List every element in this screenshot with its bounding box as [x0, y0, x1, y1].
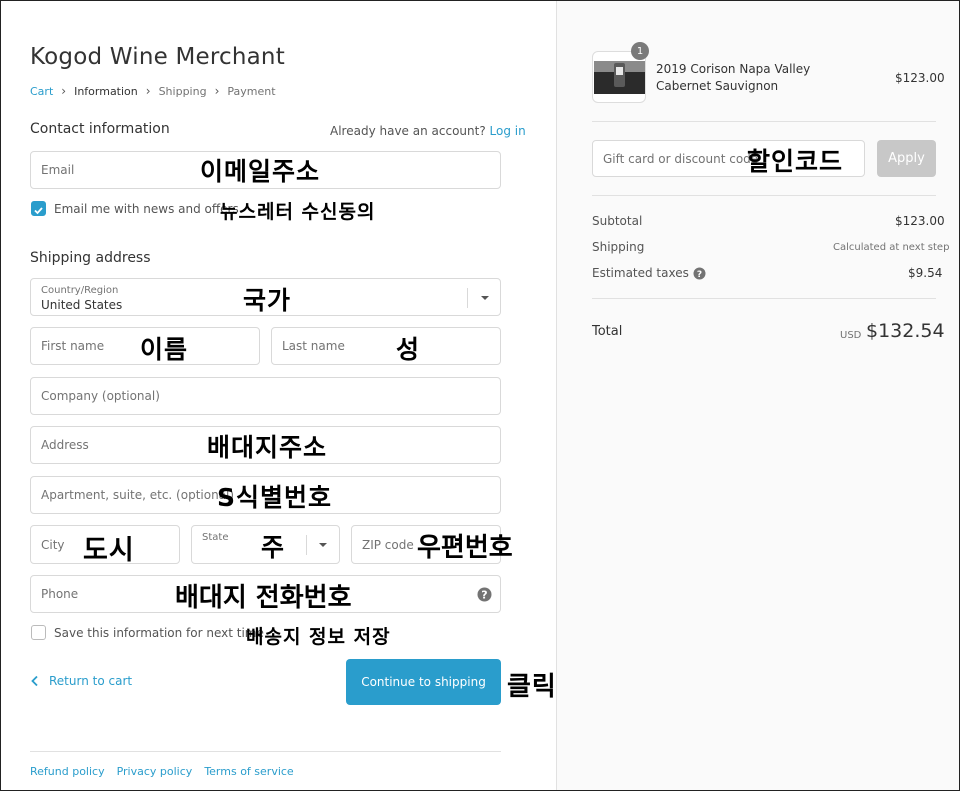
- company-field[interactable]: Company (optional): [30, 377, 501, 415]
- chevron-down-icon: [319, 543, 327, 547]
- country-label: Country/Region: [41, 285, 119, 296]
- sidebar-divider: [592, 298, 936, 299]
- quantity-badge: 1: [631, 42, 649, 60]
- total-label: Total: [592, 324, 623, 339]
- return-to-cart-link[interactable]: Return to cart: [30, 674, 132, 688]
- subtotal-label: Subtotal: [592, 214, 643, 228]
- taxes-value: $9.54: [908, 266, 943, 280]
- help-icon[interactable]: ?: [693, 267, 706, 280]
- store-name[interactable]: Kogod Wine Merchant: [30, 44, 285, 70]
- privacy-policy-link[interactable]: Privacy policy: [117, 765, 193, 778]
- currency-code: USD: [840, 330, 862, 341]
- phone-note: 배대지 전화번호: [175, 583, 352, 613]
- first-name-placeholder: First name: [41, 339, 105, 353]
- zip-note: 우편번호: [417, 533, 513, 563]
- wine-bottle-image: [594, 61, 645, 94]
- breadcrumb-cart[interactable]: Cart: [30, 85, 53, 98]
- last-name-placeholder: Last name: [282, 339, 345, 353]
- breadcrumb-information: Information: [74, 84, 138, 98]
- newsletter-note: 뉴스레터 수신동의: [220, 201, 376, 223]
- state-label: State: [202, 532, 229, 543]
- newsletter-checkbox[interactable]: [31, 201, 46, 216]
- breadcrumb-payment: Payment: [227, 84, 276, 98]
- terms-of-service-link[interactable]: Terms of service: [204, 765, 293, 778]
- city-placeholder: City: [41, 537, 65, 552]
- chevron-right-icon: ›: [61, 84, 67, 98]
- svg-text:?: ?: [481, 589, 487, 602]
- state-note: 주: [261, 533, 286, 562]
- footer-links: Refund policy Privacy policy Terms of se…: [30, 765, 294, 778]
- continue-to-shipping-button[interactable]: Continue to shipping: [346, 659, 501, 705]
- apartment-note: S식별번호: [217, 483, 333, 512]
- first-name-note: 이름: [140, 335, 189, 364]
- check-icon: [34, 207, 43, 215]
- address-placeholder: Address: [41, 438, 89, 452]
- product-price: $123.00: [895, 71, 945, 85]
- taxes-label: Estimated taxes: [592, 266, 689, 280]
- save-info-label: Save this information for next time: [54, 626, 264, 640]
- discount-note: 할인코드: [747, 147, 844, 176]
- chevron-right-icon: ›: [214, 84, 220, 98]
- continue-note: 클릭: [507, 672, 557, 702]
- city-note: 도시: [83, 535, 135, 566]
- total-value: $132.54: [866, 320, 945, 342]
- contact-title: Contact information: [30, 121, 170, 137]
- select-divider: [467, 288, 468, 308]
- help-icon[interactable]: ?: [477, 587, 492, 602]
- estimated-taxes-row: Estimated taxes ?: [592, 266, 706, 280]
- email-placeholder: Email: [41, 163, 75, 177]
- shipping-title: Shipping address: [30, 250, 151, 266]
- apply-button[interactable]: Apply: [877, 140, 936, 177]
- shipping-label: Shipping: [592, 240, 645, 254]
- chevron-left-icon: [31, 675, 38, 687]
- phone-placeholder: Phone: [41, 587, 79, 601]
- country-value: United States: [41, 298, 123, 312]
- shipping-value: Calculated at next step: [833, 242, 950, 253]
- save-info-note: 배송지 정보 저장: [246, 626, 391, 648]
- select-divider: [306, 535, 307, 555]
- save-info-checkbox[interactable]: [31, 625, 46, 640]
- breadcrumb-shipping: Shipping: [158, 84, 207, 98]
- company-placeholder: Company (optional): [41, 389, 160, 403]
- apartment-placeholder: Apartment, suite, etc. (optional): [41, 488, 235, 502]
- product-name: 2019 Corison Napa Valley Cabernet Sauvig…: [656, 62, 811, 93]
- footer-divider: [30, 751, 501, 752]
- last-name-note: 성: [396, 335, 421, 364]
- discount-placeholder: Gift card or discount code: [603, 151, 759, 166]
- refund-policy-link[interactable]: Refund policy: [30, 765, 105, 778]
- chevron-down-icon: [481, 296, 489, 300]
- subtotal-value: $123.00: [895, 214, 945, 228]
- address-note: 배대지주소: [207, 433, 328, 462]
- order-summary-sidebar: [556, 1, 959, 790]
- zip-placeholder: ZIP code: [362, 537, 414, 552]
- newsletter-label: Email me with news and offers: [54, 202, 239, 216]
- breadcrumb: Cart › Information › Shipping › Payment: [30, 84, 276, 98]
- sidebar-divider: [592, 121, 936, 122]
- country-note: 국가: [243, 286, 292, 315]
- return-to-cart-label: Return to cart: [49, 674, 133, 688]
- svg-text:?: ?: [697, 270, 702, 280]
- account-text: Already have an account?: [330, 124, 486, 138]
- account-prompt: Already have an account? Log in: [330, 124, 526, 138]
- sidebar-divider: [592, 195, 936, 196]
- login-link[interactable]: Log in: [490, 124, 526, 138]
- last-name-field[interactable]: Last name: [271, 327, 501, 365]
- email-note: 이메일주소: [200, 157, 321, 186]
- chevron-right-icon: ›: [145, 84, 151, 98]
